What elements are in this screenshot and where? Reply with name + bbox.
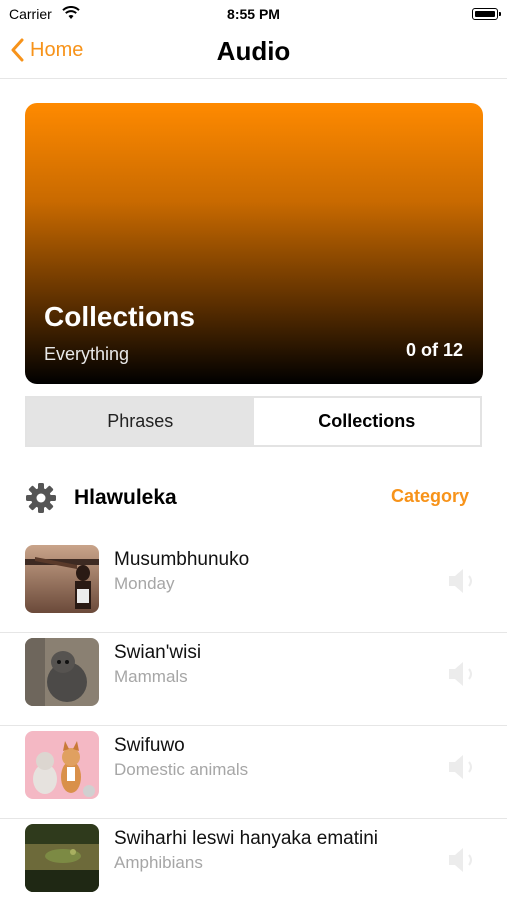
thumbnail-image [25, 824, 99, 892]
thumbnail-image [25, 545, 99, 613]
item-title: Swian'wisi [114, 642, 202, 663]
hero-subtitle: Everything [44, 344, 130, 364]
list-item[interactable]: Swifuwo Domestic animals [0, 726, 507, 819]
page-title: Audio [216, 36, 291, 66]
collection-list: Musumbhunuko Monday Swian'wisi Mammals S… [0, 540, 507, 911]
item-subtitle: Mammals [114, 667, 188, 686]
collections-hero-card[interactable]: Collections Everything 0 of 12 [25, 103, 483, 384]
filter-row: Hlawuleka Category [25, 480, 475, 518]
hero-count: 0 of 12 [405, 340, 463, 360]
status-time: 8:55 PM [227, 6, 280, 22]
status-bar: Carrier 8:55 PM [0, 0, 507, 28]
hero-title: Collections [44, 301, 195, 332]
speaker-icon[interactable] [445, 843, 479, 882]
segmented-control: Phrases Collections [25, 396, 482, 447]
item-subtitle: Amphibians [114, 853, 203, 872]
navigation-bar: Home Audio [0, 28, 507, 79]
battery-icon [472, 8, 501, 20]
item-title: Swiharhi leswi hanyaka ematini [114, 828, 379, 849]
list-item[interactable]: Musumbhunuko Monday [0, 540, 507, 633]
tab-collections[interactable]: Collections [253, 398, 480, 445]
thumbnail-image [25, 731, 99, 799]
item-title: Swifuwo [114, 735, 185, 756]
item-subtitle: Monday [114, 574, 175, 593]
list-item[interactable]: Swiharhi leswi hanyaka ematini Amphibian… [0, 819, 507, 911]
item-subtitle: Domestic animals [114, 760, 249, 779]
gear-icon[interactable] [25, 482, 57, 519]
thumbnail-image [25, 638, 99, 706]
tab-phrases[interactable]: Phrases [27, 398, 254, 445]
speaker-icon[interactable] [445, 564, 479, 603]
speaker-icon[interactable] [445, 657, 479, 696]
speaker-icon[interactable] [445, 750, 479, 789]
item-title: Musumbhunuko [114, 549, 250, 570]
category-button[interactable]: Category [391, 486, 469, 507]
filter-label: Hlawuleka [74, 486, 177, 509]
list-item[interactable]: Swian'wisi Mammals [0, 633, 507, 726]
